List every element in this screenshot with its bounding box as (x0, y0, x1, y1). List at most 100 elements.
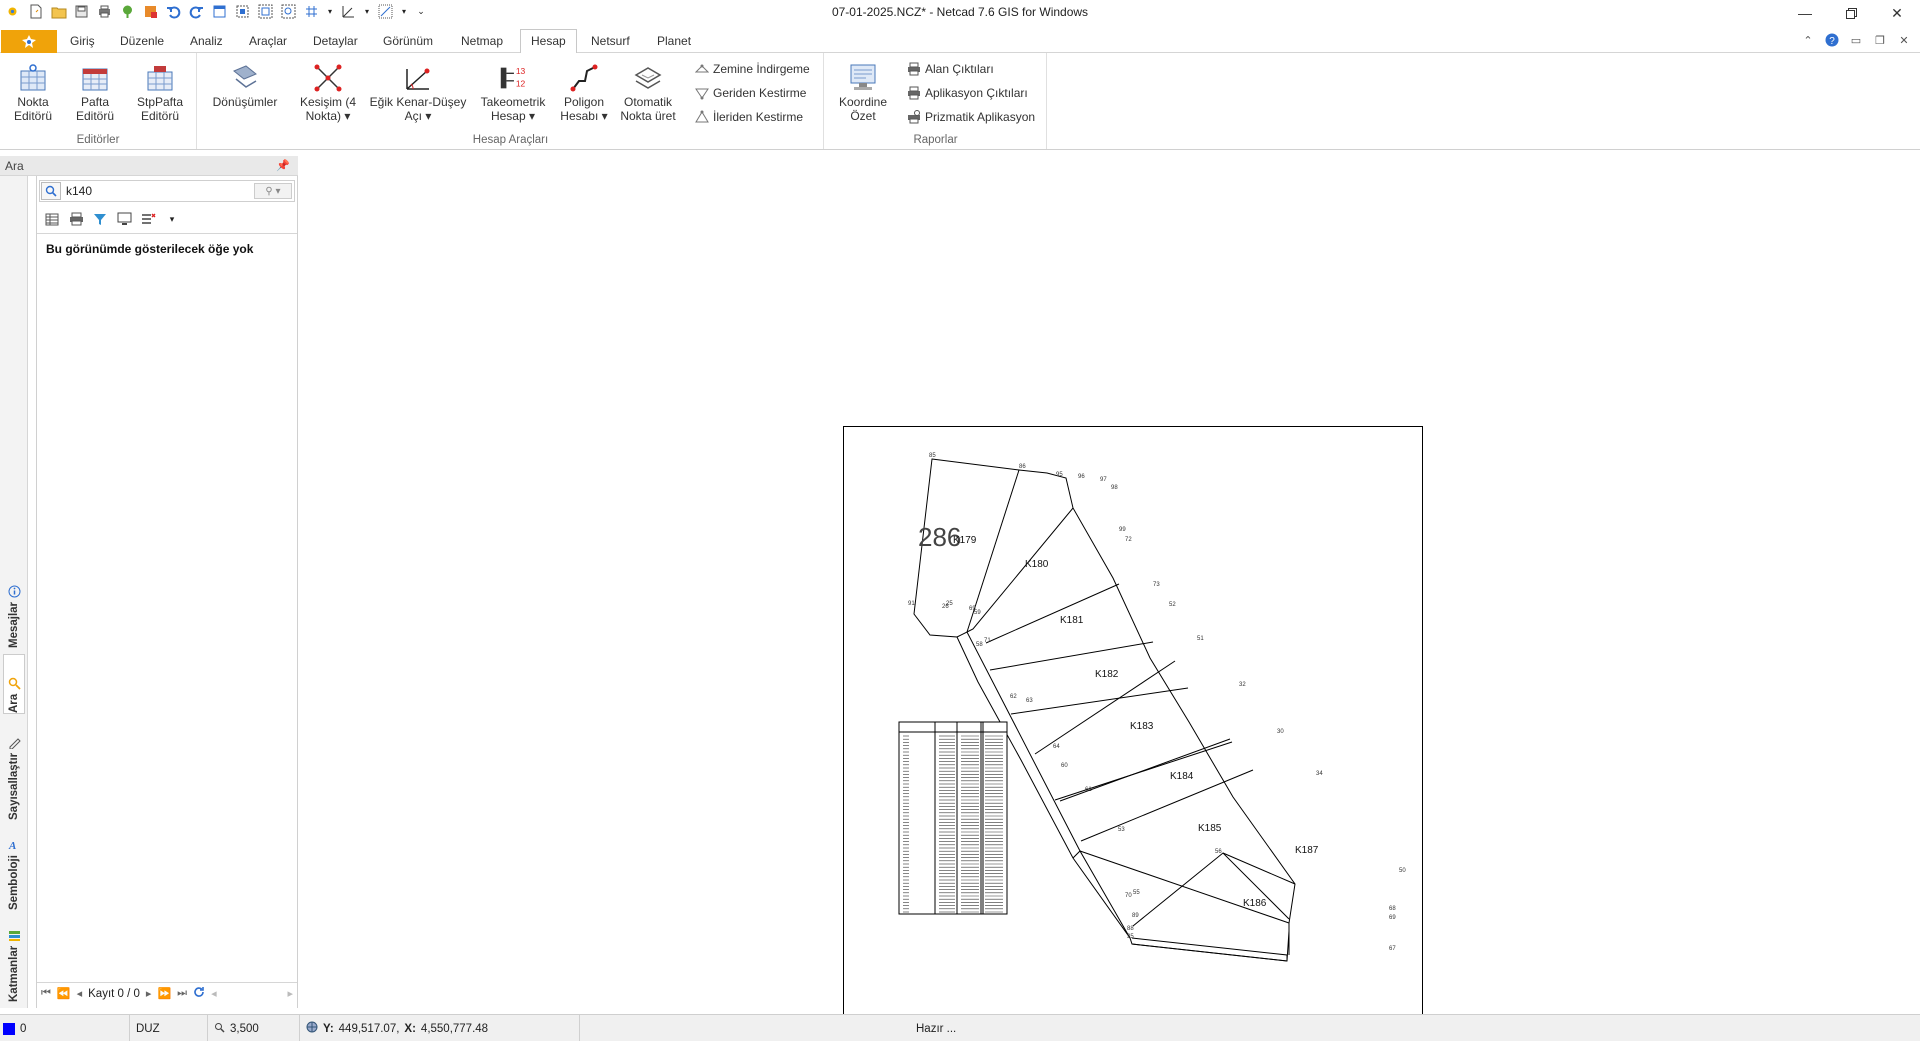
symbology-icon: A (7, 837, 21, 851)
group-editorler: Nokta Editörü Pafta Editörü StpPafta Edi… (0, 53, 197, 149)
search-box: ⚲ ▾ (39, 180, 295, 202)
alan-ciktilari-button[interactable]: Alan Çıktıları (907, 59, 994, 79)
status-spacer (580, 1015, 910, 1041)
transform-icon (229, 59, 261, 93)
tab-analiz[interactable]: Analiz (180, 32, 233, 53)
status-layer[interactable]: 0 (0, 1015, 130, 1041)
point-label: 26 (942, 604, 949, 610)
prev-record-icon[interactable]: ◂ (77, 987, 83, 1000)
zoom-icon (214, 1022, 225, 1036)
stppafta-editoru-button[interactable]: StpPafta Editörü (130, 59, 190, 123)
takeometrik-hesap-button[interactable]: 13 12 Takeometrik Hesap ▾ (476, 59, 550, 123)
point-label: 86 (1019, 464, 1026, 470)
tab-araclar[interactable]: Araçlar (239, 32, 297, 53)
parcel-label: K183 (1130, 721, 1154, 732)
group-label-editorler: Editörler (76, 134, 120, 146)
prev-page-fast-icon[interactable]: ⏪ (57, 987, 71, 1000)
mdi-close-icon[interactable]: ✕ (1896, 32, 1912, 48)
parcel-label: K184 (1170, 771, 1194, 782)
tab-hesap[interactable]: Hesap (520, 29, 577, 54)
last-page-icon[interactable]: ⏭ (177, 987, 187, 1000)
vtab-ara[interactable]: Ara (3, 654, 25, 714)
koordine-ozet-button[interactable]: Koordine Özet (833, 59, 893, 123)
info-icon (7, 584, 21, 598)
status-mode[interactable]: DUZ (130, 1015, 208, 1041)
ileriden-kestirme-button[interactable]: İleriden Kestirme (695, 107, 803, 127)
search-input[interactable] (66, 183, 246, 199)
parcel-label: K181 (1060, 615, 1084, 626)
donusumler-button[interactable]: Dönüşümler (210, 59, 280, 109)
egik-kenar-dusey-aci-button[interactable]: Eğik Kenar-Düşey Açı ▾ (368, 59, 468, 123)
list-select-icon[interactable] (139, 210, 157, 228)
point-label: 88 (1127, 926, 1134, 932)
panel-header: Ara 📌 (0, 156, 298, 176)
minimize-icon[interactable]: — (1782, 0, 1828, 26)
search-icon[interactable] (41, 182, 61, 200)
dropdown-arrow-icon[interactable]: ▾ (163, 210, 181, 228)
point-label: 60 (1061, 763, 1068, 769)
zemine-indirgeme-button[interactable]: Zemine İndirgeme (695, 59, 810, 79)
window-title: 07-01-2025.NCZ* - Netcad 7.6 GIS for Win… (831, 5, 1089, 19)
map-canvas[interactable]: 286 K179 K180 K181 K182 K183 K184 K185 K… (298, 150, 1920, 1021)
point-label: 89 (1132, 913, 1139, 919)
refresh-icon[interactable] (193, 986, 205, 1001)
collapse-ribbon-icon[interactable]: ⌃ (1800, 32, 1816, 48)
group-label-raporlar: Raporlar (913, 134, 958, 146)
vtab-sayisallastir[interactable]: Sayısallaştır (3, 720, 25, 820)
vtab-mesajlar[interactable]: Mesajlar (3, 576, 25, 648)
svg-text:A: A (8, 840, 16, 851)
prizmatik-aplikasyon-button[interactable]: Prizmatik Aplikasyon (907, 107, 1035, 127)
table-icon[interactable] (43, 210, 61, 228)
pafta-editoru-button[interactable]: Pafta Editörü (70, 59, 120, 123)
tab-duzenle[interactable]: Düzenle (110, 32, 174, 53)
application-menu-button[interactable] (1, 30, 57, 53)
filter-icon[interactable] (91, 210, 109, 228)
group-raporlar: Koordine Özet Alan Çıktıları Aplikasyon … (825, 53, 1047, 149)
close-icon[interactable]: ✕ (1874, 0, 1920, 26)
poligon-hesabi-button[interactable]: Poligon Hesabı ▾ (554, 59, 614, 123)
tab-netsurf[interactable]: Netsurf (581, 32, 640, 53)
point-label: 70 (1125, 893, 1132, 899)
printer-icon (907, 86, 921, 100)
geriden-kestirme-button[interactable]: Geriden Kestirme (695, 83, 806, 103)
layer-color-swatch (3, 1022, 15, 1035)
first-page-icon[interactable]: ⏮ (41, 987, 51, 1000)
pin-icon[interactable]: 📌 (276, 159, 290, 172)
point-label: 30 (1277, 729, 1284, 735)
status-scale[interactable]: 3,500 (208, 1015, 300, 1041)
panel-title: Ara (5, 159, 24, 173)
vtab-katmanlar[interactable]: Katmanlar (3, 918, 25, 1002)
kesisim-button[interactable]: Kesişim (4 Nokta) ▾ (296, 59, 360, 123)
mdi-minimize-icon[interactable]: ▭ (1848, 32, 1864, 48)
point-label: 67 (1389, 946, 1396, 952)
aplikasyon-ciktilari-button[interactable]: Aplikasyon Çıktıları (907, 83, 1028, 103)
restore-icon[interactable] (1828, 0, 1874, 26)
point-label: 34 (1316, 771, 1323, 777)
ribbon-body: Nokta Editörü Pafta Editörü StpPafta Edi… (0, 53, 1920, 150)
scroll-right-icon[interactable]: ▸ (287, 987, 293, 1000)
monitor-icon[interactable] (115, 210, 133, 228)
search-options-button[interactable]: ⚲ ▾ (254, 183, 292, 199)
tab-planet[interactable]: Planet (647, 32, 701, 53)
otomatik-nokta-uret-button[interactable]: Otomatik Nokta üret (616, 59, 680, 123)
tab-netmap[interactable]: Netmap (451, 32, 513, 53)
parcel-label: K186 (1243, 898, 1267, 909)
nokta-editoru-button[interactable]: Nokta Editörü (8, 59, 58, 123)
scroll-left-icon[interactable]: ◂ (211, 987, 217, 1000)
print-icon[interactable] (67, 210, 85, 228)
next-record-icon[interactable]: ▸ (146, 987, 152, 1000)
point-label: 58 (976, 642, 983, 648)
tab-detaylar[interactable]: Detaylar (303, 32, 368, 53)
point-label: 62 (1010, 694, 1017, 700)
point-label: 63 (1026, 698, 1033, 704)
tab-gorunum[interactable]: Görünüm (373, 32, 443, 53)
next-page-fast-icon[interactable]: ⏩ (157, 987, 171, 1000)
coordinate-summary-icon (847, 59, 879, 93)
side-vertical-tabs: Mesajlar Ara Sayısallaştır Semboloji A K… (0, 176, 28, 1008)
record-counter: Kayıt 0 / 0 (88, 987, 140, 1000)
vtab-semboloji[interactable]: Semboloji A (3, 826, 25, 910)
prism-icon (907, 110, 921, 124)
mdi-restore-icon[interactable]: ❐ (1872, 32, 1888, 48)
help-icon[interactable]: ? (1824, 32, 1840, 48)
tab-giris[interactable]: Giriş (60, 32, 105, 53)
